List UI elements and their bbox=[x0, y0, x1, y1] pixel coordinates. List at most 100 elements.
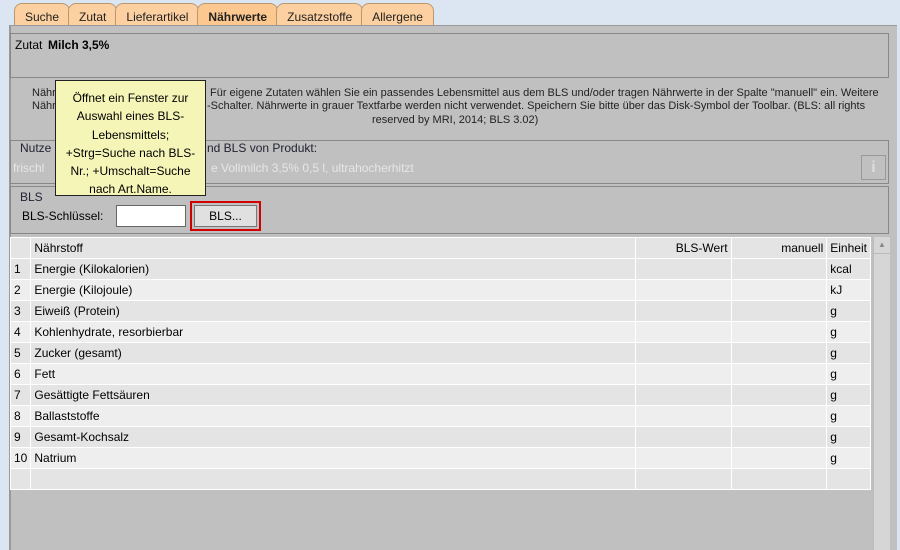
tooltip: Öffnet ein Fenster zur Auswahl eines BLS… bbox=[55, 80, 206, 196]
bls-value bbox=[634, 468, 732, 490]
bls-button[interactable]: BLS... bbox=[194, 205, 257, 227]
row-index: 3 bbox=[9, 300, 32, 322]
nutrient-name: Fett bbox=[30, 363, 636, 385]
row-index: 6 bbox=[9, 363, 32, 385]
tooltip-line: Lebensmittels; bbox=[91, 127, 170, 142]
unit: g bbox=[826, 300, 871, 322]
unit bbox=[826, 468, 871, 490]
ingredient-header: Zutat Milch 3,5% bbox=[10, 33, 889, 78]
unit: g bbox=[826, 321, 871, 343]
unit: g bbox=[826, 384, 871, 406]
header-index bbox=[9, 237, 32, 259]
bls-value bbox=[634, 426, 732, 448]
header-naehrstoff[interactable]: Nährstoff bbox=[30, 237, 636, 259]
unit: g bbox=[826, 426, 871, 448]
manual-value[interactable] bbox=[730, 468, 828, 490]
tab-bar: Suche Zutat Lieferartikel Nährwerte Zusa… bbox=[14, 3, 434, 25]
manual-value[interactable] bbox=[730, 363, 828, 385]
row-index: 8 bbox=[9, 405, 32, 427]
table-header: Nährstoff BLS-Wert manuell Einheit bbox=[9, 237, 871, 259]
row-index: 9 bbox=[9, 426, 32, 448]
product-group-title-end: nd BLS von Produkt: bbox=[207, 141, 318, 155]
table-scrollbar[interactable]: ▲ bbox=[873, 237, 890, 550]
unit: g bbox=[826, 405, 871, 427]
bls-value bbox=[634, 384, 732, 406]
row-index: 10 bbox=[9, 447, 32, 469]
info-line2: -Schalter. Nährwerte in grauer Textfarbe… bbox=[207, 100, 866, 112]
unit: g bbox=[826, 447, 871, 469]
tooltip-line: Auswahl eines BLS- bbox=[76, 109, 185, 124]
product-name: frischl bbox=[13, 161, 45, 175]
bls-value bbox=[634, 363, 732, 385]
bls-value bbox=[634, 447, 732, 469]
nutrient-name: Natrium bbox=[30, 447, 636, 469]
header-bls-wert[interactable]: BLS-Wert bbox=[634, 237, 732, 259]
nutrient-name: Energie (Kilojoule) bbox=[30, 279, 636, 301]
nutrient-name: Energie (Kilokalorien) bbox=[30, 258, 636, 280]
manual-value[interactable] bbox=[730, 426, 828, 448]
tooltip-line: nach Art.Name. bbox=[89, 182, 172, 197]
nutrient-name: Gesamt-Kochsalz bbox=[30, 426, 636, 448]
info-icon[interactable]: i bbox=[861, 155, 886, 180]
scroll-up-icon[interactable]: ▲ bbox=[874, 237, 890, 254]
table-row[interactable]: 6 Fett g bbox=[9, 363, 871, 385]
info-line3: reserved by MRI, 2014; BLS 3.02) bbox=[372, 114, 539, 126]
table-row[interactable]: 10 Natrium g bbox=[9, 447, 871, 469]
unit: g bbox=[826, 363, 871, 385]
bls-value bbox=[634, 405, 732, 427]
ingredient-label: Zutat bbox=[15, 38, 43, 52]
table-row[interactable]: 7 Gesättigte Fettsäuren g bbox=[9, 384, 871, 406]
manual-value[interactable] bbox=[730, 405, 828, 427]
manual-value[interactable] bbox=[730, 384, 828, 406]
table-row[interactable]: 4 Kohlenhydrate, resorbierbar g bbox=[9, 321, 871, 343]
bls-value bbox=[634, 279, 732, 301]
bls-value bbox=[634, 342, 732, 364]
manual-value[interactable] bbox=[730, 258, 828, 280]
ingredient-name: Milch 3,5% bbox=[48, 38, 110, 52]
tab-zusatzstoffe[interactable]: Zusatzstoffe bbox=[276, 3, 364, 25]
table-row[interactable]: 2 Energie (Kilojoule) kJ bbox=[9, 279, 871, 301]
manual-value[interactable] bbox=[730, 300, 828, 322]
bls-key-label: BLS-Schlüssel: bbox=[22, 209, 104, 223]
manual-value[interactable] bbox=[730, 279, 828, 301]
table-row[interactable] bbox=[9, 468, 871, 490]
row-index: 2 bbox=[9, 279, 32, 301]
bls-value bbox=[634, 258, 732, 280]
manual-value[interactable] bbox=[730, 447, 828, 469]
table-row[interactable]: 3 Eiweiß (Protein) g bbox=[9, 300, 871, 322]
table-row[interactable]: 9 Gesamt-Kochsalz g bbox=[9, 426, 871, 448]
header-manuell[interactable]: manuell bbox=[730, 237, 828, 259]
tab-suche[interactable]: Suche bbox=[14, 3, 71, 25]
nutrient-table: Nährstoff BLS-Wert manuell Einheit 1 Ener… bbox=[9, 237, 871, 490]
table-row[interactable]: 1 Energie (Kilokalorien) kcal bbox=[9, 258, 871, 280]
row-index bbox=[9, 468, 32, 490]
tab-naehrwerte[interactable]: Nährwerte bbox=[197, 3, 279, 25]
manual-value[interactable] bbox=[730, 321, 828, 343]
bls-group-title: BLS bbox=[20, 190, 43, 204]
bls-value bbox=[634, 321, 732, 343]
table-row[interactable]: 8 Ballaststoffe g bbox=[9, 405, 871, 427]
nutrient-name: Gesättigte Fettsäuren bbox=[30, 384, 636, 406]
tab-zutat[interactable]: Zutat bbox=[68, 3, 118, 25]
tooltip-line: +Strg=Suche nach BLS- bbox=[65, 145, 196, 160]
nutrient-name: Zucker (gesamt) bbox=[30, 342, 636, 364]
tab-allergene[interactable]: Allergene bbox=[361, 3, 434, 25]
product-name-end: e Vollmilch 3,5% 0,5 l, ultrahocherhitzt bbox=[211, 161, 414, 175]
manual-value[interactable] bbox=[730, 342, 828, 364]
tab-lieferartikel[interactable]: Lieferartikel bbox=[115, 3, 200, 25]
product-group-title: Nutze bbox=[20, 141, 52, 155]
row-index: 4 bbox=[9, 321, 32, 343]
bls-key-input[interactable] bbox=[116, 205, 186, 227]
row-index: 7 bbox=[9, 384, 32, 406]
bls-value bbox=[634, 300, 732, 322]
tooltip-line: Nr.; +Umschalt=Suche bbox=[70, 164, 191, 179]
nutrient-name bbox=[30, 468, 636, 490]
nutrient-name: Eiweiß (Protein) bbox=[30, 300, 636, 322]
nutrient-name: Kohlenhydrate, resorbierbar bbox=[30, 321, 636, 343]
tooltip-line: Öffnet ein Fenster zur bbox=[72, 91, 189, 105]
table-row[interactable]: 5 Zucker (gesamt) g bbox=[9, 342, 871, 364]
row-index: 5 bbox=[9, 342, 32, 364]
unit: kJ bbox=[826, 279, 871, 301]
row-index: 1 bbox=[9, 258, 32, 280]
header-einheit[interactable]: Einheit bbox=[826, 237, 871, 259]
